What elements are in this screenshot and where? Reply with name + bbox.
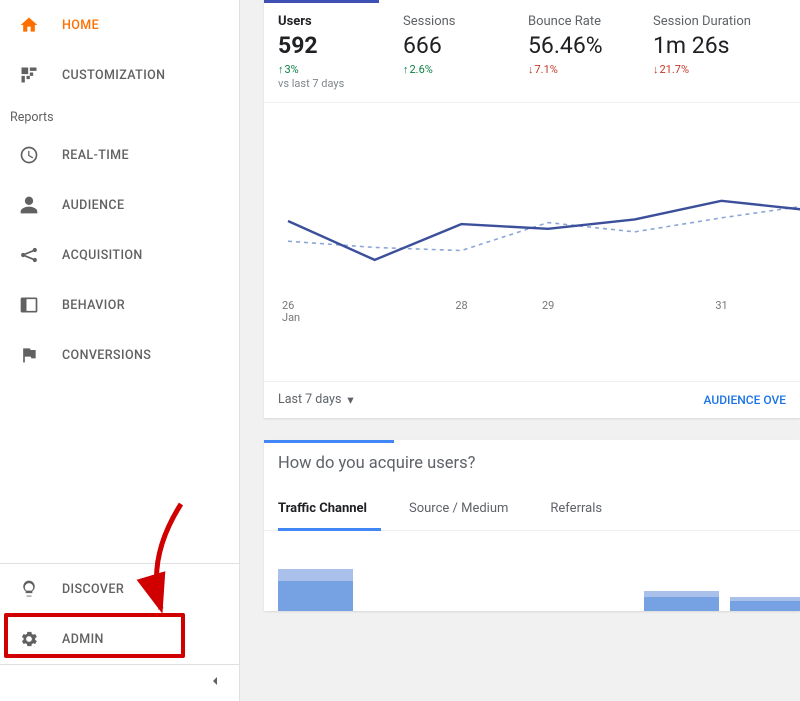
acquisition-icon <box>18 244 40 266</box>
person-icon <box>18 194 40 216</box>
sidebar-top: HOME CUSTOMIZATION Reports REAL-TIME AUD… <box>0 0 239 563</box>
collapse-sidebar[interactable] <box>0 664 239 701</box>
acquire-card: How do you acquire users? Traffic Channe… <box>264 440 800 611</box>
metric-bounce-label: Bounce Rate <box>528 14 641 29</box>
acquire-tabs: Traffic Channel Source / Medium Referral… <box>264 487 800 531</box>
metric-duration[interactable]: Session Duration 1m 26s ↓21.7% <box>653 14 778 90</box>
bar-2 <box>644 591 719 611</box>
nav-realtime[interactable]: REAL-TIME <box>0 130 239 180</box>
arrow-up-icon: ↑ <box>403 63 409 76</box>
nav-audience[interactable]: AUDIENCE <box>0 180 239 230</box>
bar-3 <box>730 597 800 611</box>
tab-source-medium[interactable]: Source / Medium <box>409 487 508 530</box>
nav-customization[interactable]: CUSTOMIZATION <box>0 50 239 100</box>
metric-bounce-change: ↓7.1% <box>528 63 641 76</box>
tab-referrals[interactable]: Referrals <box>550 487 602 530</box>
metric-sessions-value: 666 <box>403 31 516 61</box>
metric-bounce-value: 56.46% <box>528 31 641 61</box>
metrics-row: Users 592 ↑3% vs last 7 days Sessions 66… <box>264 0 800 103</box>
arrow-down-icon: ↓ <box>528 63 534 76</box>
nav-realtime-label: REAL-TIME <box>62 148 129 163</box>
bulb-icon <box>18 578 40 600</box>
nav-acquisition[interactable]: ACQUISITION <box>0 230 239 280</box>
nav-customization-label: CUSTOMIZATION <box>62 68 165 83</box>
arrow-up-icon: ↑ <box>278 63 284 76</box>
metric-bounce[interactable]: Bounce Rate 56.46% ↓7.1% <box>528 14 653 90</box>
nav-audience-label: AUDIENCE <box>62 198 124 213</box>
nav-conversions-label: CONVERSIONS <box>62 348 151 363</box>
flag-icon <box>18 344 40 366</box>
metric-users-label: Users <box>278 14 391 29</box>
main-content: Users 592 ↑3% vs last 7 days Sessions 66… <box>240 0 800 701</box>
metric-duration-value: 1m 26s <box>653 31 766 61</box>
tab-traffic-channel[interactable]: Traffic Channel <box>278 487 367 530</box>
acquire-title: How do you acquire users? <box>264 440 800 487</box>
metric-users[interactable]: Users 592 ↑3% vs last 7 days <box>278 14 403 90</box>
metric-sessions-change: ↑2.6% <box>403 63 516 76</box>
line-chart: Jan262829311 <box>264 103 800 381</box>
metric-users-value: 592 <box>278 31 391 61</box>
metric-duration-label: Session Duration <box>653 14 766 29</box>
nav-behavior[interactable]: BEHAVIOR <box>0 280 239 330</box>
clock-icon <box>18 144 40 166</box>
caret-down-icon: ▾ <box>347 392 353 408</box>
metrics-card: Users 592 ↑3% vs last 7 days Sessions 66… <box>264 0 800 418</box>
metric-sessions[interactable]: Sessions 666 ↑2.6% <box>403 14 528 90</box>
card-footer: Last 7 days ▾ AUDIENCE OVE <box>264 381 800 418</box>
arrow-down-icon: ↓ <box>653 63 659 76</box>
active-metric-indicator <box>264 0 379 3</box>
nav-home[interactable]: HOME <box>0 0 239 50</box>
vs-text: vs last 7 days <box>278 77 391 90</box>
audience-overview-link[interactable]: AUDIENCE OVE <box>704 393 787 407</box>
date-range-picker[interactable]: Last 7 days ▾ <box>278 392 354 408</box>
behavior-icon <box>18 294 40 316</box>
metric-users-change: ↑3% <box>278 63 391 76</box>
traffic-bars <box>264 531 800 611</box>
nav-conversions[interactable]: CONVERSIONS <box>0 330 239 380</box>
nav-acquisition-label: ACQUISITION <box>62 248 143 263</box>
annotation-arrow <box>96 499 196 633</box>
reports-header: Reports <box>0 100 239 130</box>
dashboard-icon <box>18 64 40 86</box>
chevron-left-icon <box>207 673 223 693</box>
bar-1 <box>278 569 353 611</box>
line-chart-svg <box>278 121 800 321</box>
nav-behavior-label: BEHAVIOR <box>62 298 125 313</box>
nav-home-label: HOME <box>62 18 99 33</box>
home-icon <box>18 14 40 36</box>
date-range-label: Last 7 days <box>278 392 341 407</box>
metric-duration-change: ↓21.7% <box>653 63 766 76</box>
metric-sessions-label: Sessions <box>403 14 516 29</box>
